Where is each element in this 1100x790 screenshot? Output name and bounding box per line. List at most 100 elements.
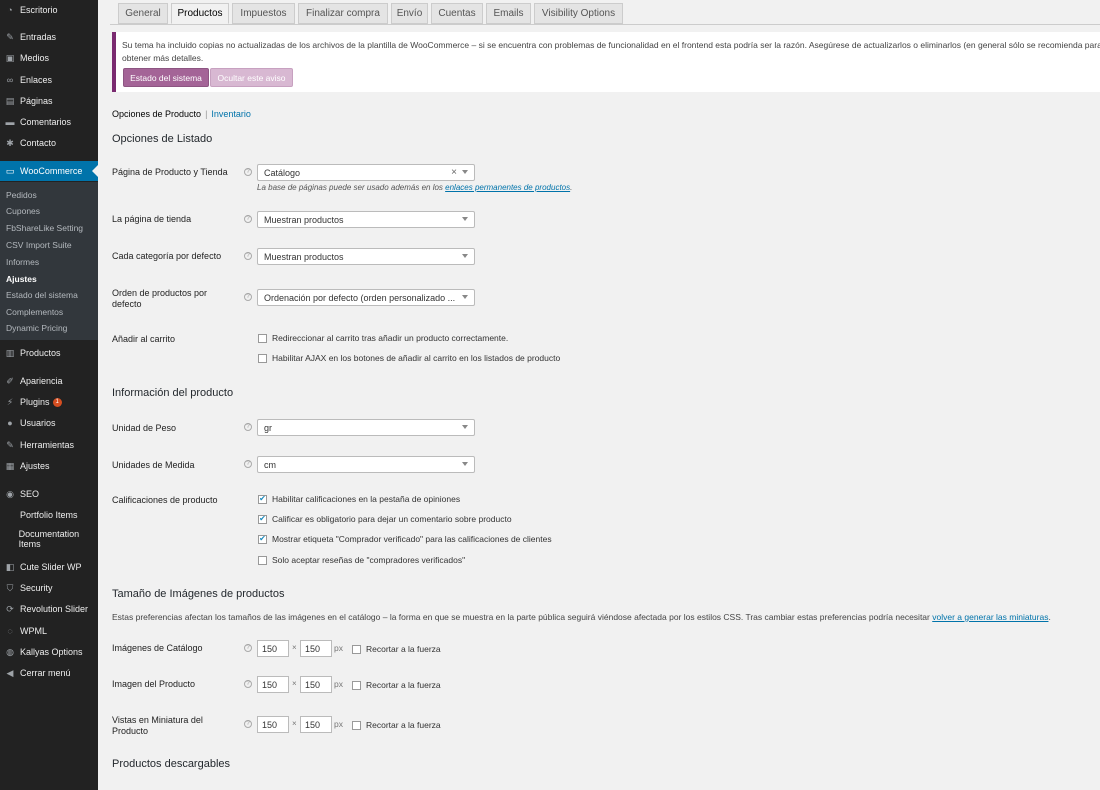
- help-icon[interactable]: ?: [244, 720, 252, 728]
- sidebar-item-herramientas[interactable]: ✎ Herramientas: [0, 435, 98, 455]
- regenerate-thumbnails-link[interactable]: volver a generar las miniaturas: [932, 612, 1048, 622]
- image-width-input[interactable]: 150: [257, 640, 289, 657]
- sidebar-item-escritorio[interactable]: ◔ Escritorio: [0, 0, 98, 20]
- help-icon[interactable]: ?: [244, 293, 252, 301]
- help-icon[interactable]: ?: [244, 215, 252, 223]
- sidebar-item-wpml[interactable]: ◌ WPML: [0, 621, 98, 641]
- checkbox-checked[interactable]: ✔: [258, 514, 267, 524]
- sidebar-item-portfolio-items[interactable]: Portfolio Items: [0, 505, 98, 525]
- sidebar-item-plugins[interactable]: ⚡ Plugins 1: [0, 392, 98, 412]
- tab-impuestos[interactable]: Impuestos: [232, 3, 295, 24]
- subnav-product-options[interactable]: Opciones de Producto: [112, 109, 201, 119]
- brush-icon: ✐: [6, 375, 14, 386]
- submenu-item-csv-import-suite[interactable]: CSV Import Suite: [6, 240, 72, 250]
- tab-emails[interactable]: Emails: [486, 3, 531, 24]
- help-icon[interactable]: ?: [244, 423, 252, 431]
- sidebar-item-paginas[interactable]: ▤ Páginas: [0, 91, 98, 111]
- sidebar-item-seo[interactable]: ◉ SEO: [0, 484, 98, 504]
- sidebar-item-contacto[interactable]: ✱ Contacto: [0, 133, 98, 153]
- hard-crop-checkbox[interactable]: [352, 720, 361, 730]
- page-icon: ▤: [5, 95, 15, 106]
- checkbox[interactable]: [258, 353, 267, 363]
- tab-finalizar-compra[interactable]: Finalizar compra: [298, 3, 388, 24]
- checkbox-option[interactable]: Habilitar AJAX en los botones de añadir …: [258, 353, 560, 363]
- system-status-button[interactable]: Estado del sistema: [123, 68, 209, 87]
- submenu-item-fbsharelike-setting[interactable]: FbShareLike Setting: [6, 223, 83, 233]
- hard-crop-checkbox[interactable]: [352, 644, 361, 654]
- help-icon[interactable]: ?: [244, 680, 252, 688]
- sidebar-item-cerrar-menu[interactable]: ◀ Cerrar menú: [0, 663, 98, 683]
- sidebar-item-kallyas-options[interactable]: ◍ Kallyas Options: [0, 642, 98, 662]
- hard-crop-option[interactable]: Recortar a la fuerza: [352, 644, 441, 654]
- tab-cuentas[interactable]: Cuentas: [431, 3, 483, 24]
- submenu-item-pedidos[interactable]: Pedidos: [6, 190, 37, 200]
- sidebar-item-security[interactable]: ⛉ Security: [0, 578, 98, 598]
- checkbox[interactable]: [258, 555, 267, 565]
- help-icon[interactable]: ?: [244, 460, 252, 468]
- help-icon[interactable]: ?: [244, 252, 252, 260]
- submenu-item-estado-del-sistema[interactable]: Estado del sistema: [6, 290, 78, 300]
- category-display-select[interactable]: Muestran productos: [257, 248, 475, 265]
- hard-crop-option[interactable]: Recortar a la fuerza: [352, 720, 441, 730]
- sidebar-item-cute-slider-wp[interactable]: ◧ Cute Slider WP: [0, 557, 98, 577]
- checkbox-option[interactable]: ✔ Habilitar calificaciones en la pestaña …: [258, 494, 460, 504]
- submenu-item-ajustes[interactable]: Ajustes: [6, 274, 37, 284]
- submenu-item-complementos[interactable]: Complementos: [6, 307, 63, 317]
- category-display-label: Cada categoría por defecto: [112, 251, 222, 261]
- checkbox-label: Habilitar AJAX en los botones de añadir …: [272, 353, 561, 363]
- image-height-input[interactable]: 150: [300, 640, 332, 657]
- hard-crop-label: Recortar a la fuerza: [366, 720, 441, 730]
- image-width-input[interactable]: 150: [257, 716, 289, 733]
- checkbox-option[interactable]: ✔ Calificar es obligatorio para dejar un …: [258, 514, 512, 524]
- help-icon[interactable]: ?: [244, 168, 252, 176]
- sidebar-item-productos[interactable]: ▥ Productos: [0, 343, 98, 363]
- hide-notice-button[interactable]: Ocultar este aviso: [210, 68, 293, 87]
- tab-visibility-options[interactable]: Visibility Options: [534, 3, 623, 24]
- default-sorting-select[interactable]: Ordenación por defecto (orden personaliz…: [257, 289, 475, 306]
- sidebar-item-entradas[interactable]: ✎ Entradas: [0, 27, 98, 47]
- weight-unit-select[interactable]: gr: [257, 419, 475, 436]
- submenu-item-dynamic-pricing[interactable]: Dynamic Pricing: [6, 323, 67, 333]
- sidebar-item-woocommerce[interactable]: ▭ WooCommerce: [0, 161, 98, 181]
- sidebar-item-revolution-slider[interactable]: ⟳ Revolution Slider: [0, 599, 98, 619]
- wrench-icon: ✎: [6, 439, 14, 450]
- shop-display-select[interactable]: Muestran productos: [257, 211, 475, 228]
- hard-crop-checkbox[interactable]: [352, 680, 361, 690]
- category-display-value: Muestran productos: [264, 251, 344, 262]
- sidebar-item-label: Escritorio: [20, 5, 58, 15]
- submenu-item-cupones[interactable]: Cupones: [6, 206, 40, 216]
- slider-icon: ◧: [5, 561, 15, 572]
- image-height-input[interactable]: 150: [300, 716, 332, 733]
- image-height-input[interactable]: 150: [300, 676, 332, 693]
- hard-crop-option[interactable]: Recortar a la fuerza: [352, 680, 441, 690]
- submenu-item-informes[interactable]: Informes: [6, 257, 39, 267]
- checkbox-option[interactable]: Solo aceptar reseñas de "compradores ver…: [258, 555, 465, 565]
- sidebar-item-ajustes[interactable]: ▦ Ajustes: [0, 456, 98, 476]
- clear-selection-icon[interactable]: ×: [451, 167, 457, 178]
- sidebar-item-medios[interactable]: ▣ Medios: [0, 48, 98, 68]
- checkbox-option[interactable]: ✔ Mostrar etiqueta "Comprador verificado"…: [258, 534, 552, 544]
- sidebar-item-enlaces[interactable]: ∞ Enlaces: [0, 70, 98, 90]
- help-icon[interactable]: ?: [244, 644, 252, 652]
- checkbox[interactable]: [258, 333, 267, 343]
- sidebar-item-label: Usuarios: [20, 418, 56, 428]
- tab-productos[interactable]: Productos: [171, 3, 229, 24]
- sidebar-item-documentation-items[interactable]: Documentation Items: [0, 527, 98, 553]
- sidebar-item-apariencia[interactable]: ✐ Apariencia: [0, 371, 98, 391]
- sidebar-item-usuarios[interactable]: ● Usuarios: [0, 413, 98, 433]
- media-icon: ▣: [5, 52, 15, 63]
- tab-envio[interactable]: Envío: [391, 3, 428, 24]
- subnav-inventory-link[interactable]: Inventario: [211, 109, 251, 119]
- image-width-input[interactable]: 150: [257, 676, 289, 693]
- sidebar-item-comentarios[interactable]: ▬ Comentarios: [0, 112, 98, 132]
- tab-general[interactable]: General: [118, 3, 168, 24]
- checkbox-option[interactable]: Redireccionar al carrito tras añadir un …: [258, 333, 508, 343]
- dimension-unit-label: Unidades de Medida: [112, 460, 195, 470]
- section-subnav: Opciones de Producto | Inventario: [112, 109, 251, 119]
- dimension-unit-select[interactable]: cm: [257, 456, 475, 473]
- permalinks-link[interactable]: enlaces permanentes de productos: [445, 183, 570, 192]
- default-sorting-value: Ordenación por defecto (orden personaliz…: [264, 292, 456, 303]
- checkbox-checked[interactable]: ✔: [258, 494, 267, 504]
- checkbox-checked[interactable]: ✔: [258, 534, 267, 544]
- shop-page-select[interactable]: Catálogo ×: [257, 164, 475, 181]
